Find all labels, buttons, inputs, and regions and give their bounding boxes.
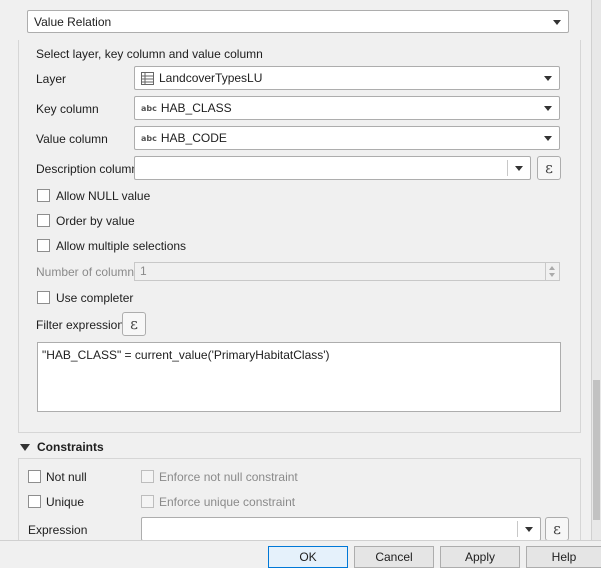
key-column-value: HAB_CLASS — [160, 101, 232, 115]
constraint-expression-label: Expression — [28, 523, 88, 537]
ok-button-label: OK — [299, 550, 317, 564]
allow-null-label: Allow NULL value — [56, 189, 151, 203]
description-column-label: Description column — [36, 162, 139, 176]
layer-combo[interactable]: LandcoverTypesLU — [134, 66, 560, 90]
unique-label: Unique — [46, 495, 85, 509]
dialog-divider — [0, 540, 601, 541]
chevron-down-icon — [525, 527, 533, 532]
cancel-button-label: Cancel — [375, 550, 413, 564]
chevron-down-icon — [553, 20, 561, 25]
string-type-icon: abc — [141, 133, 157, 143]
instructions-text: Select layer, key column and value colum… — [36, 47, 263, 61]
enforce-unique-checkbox — [141, 495, 154, 508]
order-by-value-checkbox[interactable] — [37, 214, 50, 227]
enforce-unique-label: Enforce unique constraint — [159, 495, 296, 509]
chevron-down-icon — [544, 136, 552, 141]
cancel-button[interactable]: Cancel — [354, 546, 434, 568]
expression-icon: ε — [130, 315, 138, 333]
string-type-icon: abc — [141, 103, 157, 113]
not-null-checkbox[interactable] — [28, 470, 41, 483]
widget-type-combo[interactable]: Value Relation — [27, 10, 569, 33]
apply-button[interactable]: Apply — [440, 546, 520, 568]
expression-icon: ε — [545, 159, 553, 177]
description-expression-button[interactable]: ε — [537, 156, 561, 180]
number-of-columns-value: 1 — [140, 264, 147, 278]
chevron-down-icon — [544, 76, 552, 81]
help-button[interactable]: Help — [526, 546, 601, 568]
number-of-columns-label: Number of columns — [36, 265, 141, 279]
ok-button[interactable]: OK — [268, 546, 348, 568]
use-completer-label: Use completer — [56, 291, 134, 305]
not-null-label: Not null — [46, 470, 87, 484]
order-by-value-label: Order by value — [56, 214, 135, 228]
allow-null-checkbox[interactable] — [37, 189, 50, 202]
number-of-columns-spinbox: 1 — [134, 262, 560, 281]
enforce-not-null-label: Enforce not null constraint — [159, 470, 298, 484]
use-completer-checkbox[interactable] — [37, 291, 50, 304]
description-column-combo[interactable] — [134, 156, 531, 180]
filter-expression-label: Filter expression — [36, 318, 125, 332]
allow-multiple-label: Allow multiple selections — [56, 239, 187, 253]
help-button-label: Help — [551, 550, 577, 564]
filter-expression-textarea[interactable]: "HAB_CLASS" = current_value('PrimaryHabi… — [37, 342, 561, 412]
filter-expression-text: "HAB_CLASS" = current_value('PrimaryHabi… — [42, 348, 330, 362]
table-icon — [141, 71, 154, 85]
filter-expression-button[interactable]: ε — [122, 312, 146, 336]
widget-type-value: Value Relation — [34, 14, 112, 29]
key-column-combo[interactable]: abc HAB_CLASS — [134, 96, 560, 120]
vertical-scrollbar[interactable] — [591, 0, 601, 540]
constraints-header[interactable]: Constraints — [18, 440, 581, 456]
spin-arrows-icon — [545, 263, 559, 280]
enforce-not-null-checkbox — [141, 470, 154, 483]
value-column-value: HAB_CODE — [160, 131, 227, 145]
layer-label: Layer — [36, 72, 67, 86]
unique-checkbox[interactable] — [28, 495, 41, 508]
scrollbar-thumb[interactable] — [593, 380, 600, 520]
chevron-down-icon — [544, 106, 552, 111]
key-column-label: Key column — [36, 102, 99, 116]
expression-icon: ε — [553, 520, 561, 538]
allow-multiple-checkbox[interactable] — [37, 239, 50, 252]
constraints-title: Constraints — [37, 440, 104, 454]
layer-value: LandcoverTypesLU — [159, 71, 263, 85]
constraint-expression-button[interactable]: ε — [545, 517, 569, 541]
collapse-triangle-icon — [20, 444, 30, 451]
value-column-combo[interactable]: abc HAB_CODE — [134, 126, 560, 150]
constraint-expression-combo[interactable] — [141, 517, 541, 541]
apply-button-label: Apply — [464, 550, 496, 564]
chevron-down-icon — [515, 166, 523, 171]
value-column-label: Value column — [36, 132, 108, 146]
